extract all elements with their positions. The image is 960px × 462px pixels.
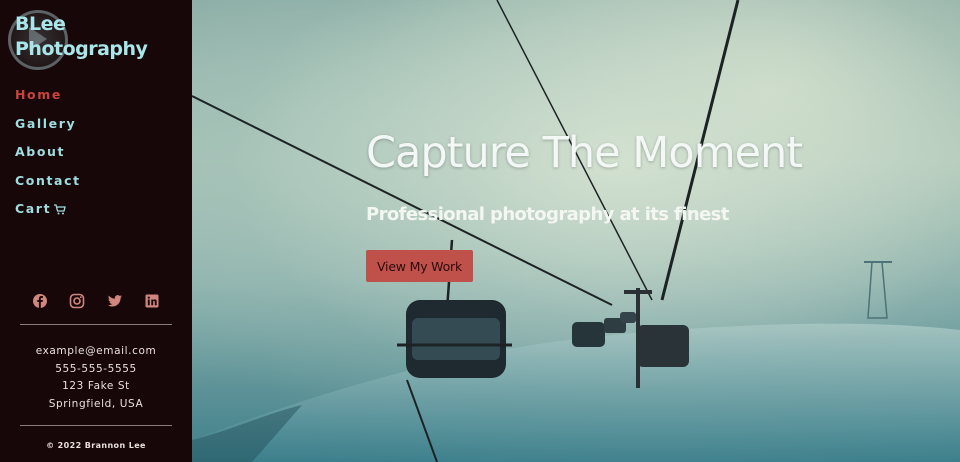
cart-icon	[54, 204, 66, 215]
nav-item-cart-label: Cart	[15, 201, 52, 216]
contact-phone: 555-555-5555	[55, 362, 137, 375]
nav-item-home[interactable]: Home	[15, 86, 81, 115]
hero: Capture The Moment Professional photogra…	[192, 0, 960, 462]
contact-street: 123 Fake St	[62, 380, 130, 393]
sidebar: BLee Photography Home Gallery About Cont…	[0, 0, 192, 462]
hero-title: Capture The Moment	[366, 128, 803, 178]
contact-email: example@email.com	[35, 345, 157, 357]
nav-item-about[interactable]: About	[15, 143, 81, 172]
nav-item-contact[interactable]: Contact	[15, 172, 81, 201]
instagram-icon[interactable]	[68, 292, 86, 310]
hero-subtitle: Professional photography at its finest	[366, 204, 729, 225]
facebook-icon[interactable]	[31, 292, 49, 310]
main-nav: Home Gallery About Contact Cart	[15, 86, 81, 229]
sidebar-divider-bottom	[20, 425, 172, 426]
linkedin-icon[interactable]	[143, 292, 161, 310]
contact-info: example@email.com 555-555-5555 123 Fake …	[0, 343, 192, 414]
brand-name: BLee Photography	[15, 13, 148, 60]
sidebar-divider-top	[20, 324, 172, 325]
view-my-work-button[interactable]: View My Work	[366, 250, 473, 282]
social-links	[31, 292, 161, 310]
twitter-icon[interactable]	[106, 292, 124, 310]
logo[interactable]: BLee Photography	[8, 8, 188, 70]
hero-background-photo	[192, 0, 960, 462]
nav-item-cart[interactable]: Cart	[15, 200, 81, 229]
nav-item-gallery[interactable]: Gallery	[15, 115, 81, 144]
contact-city: Springfield, USA	[48, 398, 144, 411]
copyright: © 2022 Brannon Lee	[46, 441, 146, 450]
